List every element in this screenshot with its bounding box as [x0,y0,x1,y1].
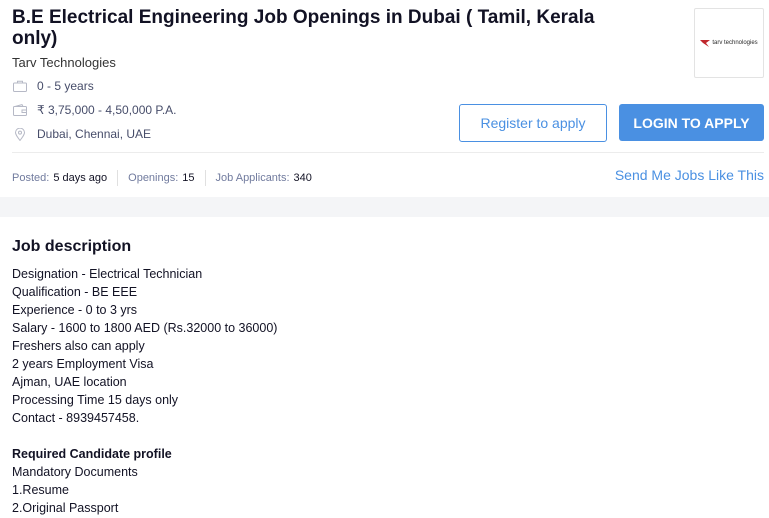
posted-label: Posted: [12,172,50,184]
job-stats: Posted: 5 days ago Openings: 15 Job Appl… [12,170,312,186]
stat-separator [204,170,206,186]
job-description-section: Job description Designation - Electrical… [12,238,712,517]
job-title: B.E Electrical Engineering Job Openings … [12,7,595,49]
briefcase-icon [12,79,27,93]
description-line: Freshers also can apply [12,339,145,353]
experience-row: 0 - 5 years [12,79,94,93]
profile-line: 1.Resume [12,483,69,497]
wallet-icon [12,103,27,117]
company-name[interactable]: Tarv Technologies [12,55,116,70]
register-to-apply-button[interactable]: Register to apply [459,104,607,142]
salary-row: ₹ 3,75,000 - 4,50,000 P.A. [12,103,177,117]
profile-line: Mandatory Documents [12,465,138,479]
description-line: Ajman, UAE location [12,375,127,389]
logo-text: tarv technologies [712,40,758,46]
experience-value: 0 - 5 years [37,79,94,93]
description-line: Qualification - BE EEE [12,285,138,299]
divider [12,152,764,153]
description-line: Designation - Electrical Technician [12,267,203,281]
login-to-apply-button[interactable]: LOGIN TO APPLY [619,104,764,141]
send-similar-jobs-link[interactable]: Send Me Jobs Like This [615,167,764,183]
applicants-label: Job Applicants: [215,172,290,184]
openings-value: 15 [182,172,195,184]
description-line: Experience - 0 to 3 yrs [12,303,138,317]
description-line: Processing Time 15 days only [12,393,179,407]
applicants-value: 340 [293,172,312,184]
location-row: Dubai, Chennai, UAE [12,127,151,141]
stat-separator [117,170,119,186]
openings-label: Openings: [128,172,179,184]
salary-value: ₹ 3,75,000 - 4,50,000 P.A. [37,103,177,117]
job-description-heading: Job description [12,238,132,255]
description-line: Contact - 8939457458. [12,411,140,425]
candidate-profile-heading: Required Candidate profile [12,447,172,461]
section-gap [0,197,769,217]
description-line: 2 years Employment Visa [12,357,154,371]
location-pin-icon [12,127,27,141]
location-value[interactable]: Dubai, Chennai, UAE [37,127,151,141]
tarv-logo-mark-icon [700,40,711,47]
company-logo[interactable]: tarv technologies [694,8,764,78]
job-header: B.E Electrical Engineering Job Openings … [0,0,769,197]
posted-value: 5 days ago [53,172,108,184]
profile-line: 2.Original Passport [12,501,119,515]
description-line: Salary - 1600 to 1800 AED (Rs.32000 to 3… [12,321,278,335]
